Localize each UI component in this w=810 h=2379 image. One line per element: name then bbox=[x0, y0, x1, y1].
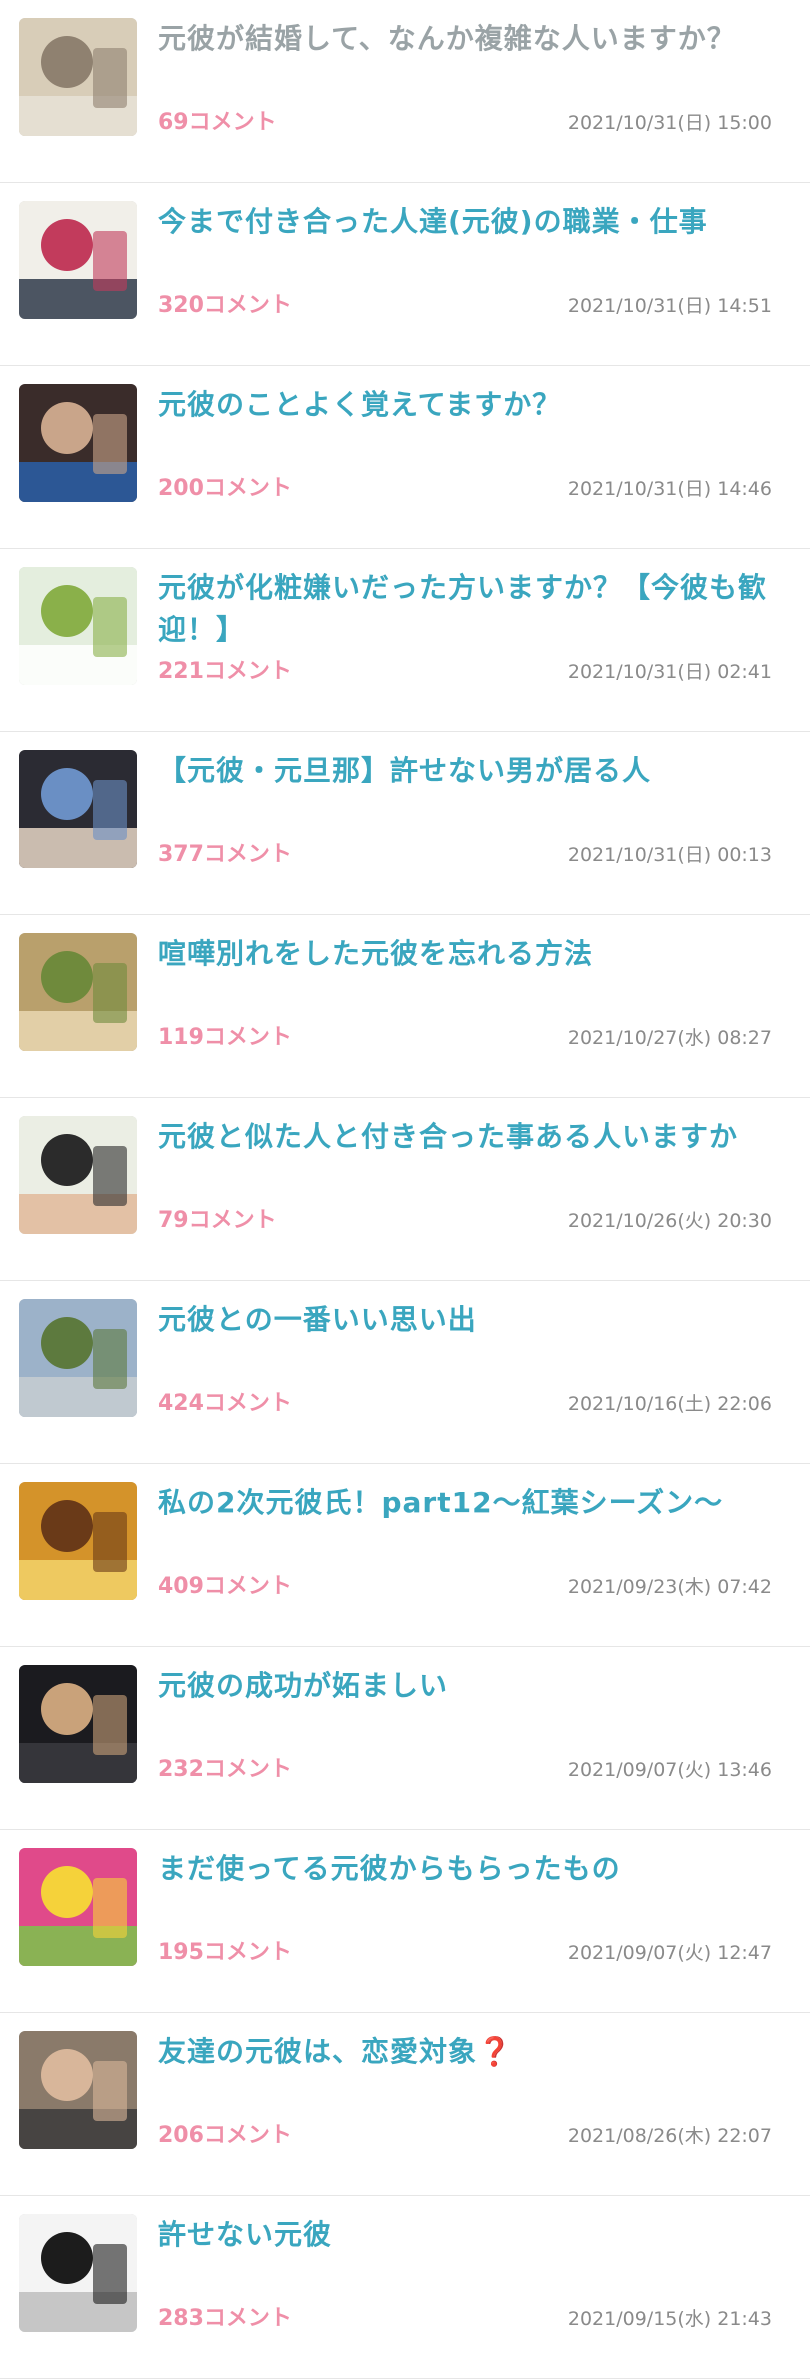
post-date: 2021/09/23(木) 07:42 bbox=[567, 1576, 772, 1598]
topic-thumbnail[interactable] bbox=[19, 750, 137, 868]
topic-title[interactable]: 元彼と似た人と付き合った事ある人いますか bbox=[158, 1116, 778, 1158]
post-date: 2021/10/16(土) 22:06 bbox=[567, 1393, 772, 1415]
topic-title[interactable]: 【元彼・元旦那】許せない男が居る人 bbox=[158, 750, 778, 792]
topic-row[interactable]: 元彼の成功が妬ましい 232コメント 2021/09/07(火) 13:46 bbox=[0, 1647, 810, 1830]
topic-title[interactable]: 元彼の成功が妬ましい bbox=[158, 1665, 778, 1707]
comment-count: 221コメント bbox=[158, 659, 292, 684]
topic-title[interactable]: 元彼が結婚して、なんか複雑な人いますか？ bbox=[158, 18, 778, 60]
topic-list: 元彼が結婚して、なんか複雑な人いますか？ 69コメント 2021/10/31(日) … bbox=[0, 0, 810, 2379]
topic-thumbnail[interactable] bbox=[19, 1299, 137, 1417]
topic-row[interactable]: 元彼が結婚して、なんか複雑な人いますか？ 69コメント 2021/10/31(日) … bbox=[0, 0, 810, 183]
comment-count: 424コメント bbox=[158, 1391, 292, 1416]
topic-title[interactable]: まだ使ってる元彼からもらったもの bbox=[158, 1848, 778, 1890]
topic-title[interactable]: 友達の元彼は、恋愛対象❓ bbox=[158, 2031, 778, 2073]
topic-title[interactable]: 今まで付き合った人達(元彼)の職業・仕事 bbox=[158, 201, 778, 243]
topic-row[interactable]: 友達の元彼は、恋愛対象❓ 206コメント 2021/08/26(木) 22:07 bbox=[0, 2013, 810, 2196]
post-date: 2021/10/31(日) 15:00 bbox=[567, 112, 772, 134]
comment-count: 119コメント bbox=[158, 1025, 292, 1050]
topic-row[interactable]: 元彼が化粧嫌いだった方いますか？【今彼も歓迎！】 221コメント 2021/10/3… bbox=[0, 549, 810, 732]
topic-thumbnail[interactable] bbox=[19, 1116, 137, 1234]
post-date: 2021/10/26(火) 20:30 bbox=[567, 1210, 772, 1232]
comment-count: 200コメント bbox=[158, 476, 292, 501]
post-date: 2021/09/07(火) 12:47 bbox=[567, 1942, 772, 1964]
comment-count: 69コメント bbox=[158, 110, 277, 135]
topic-row[interactable]: 元彼のことよく覚えてますか？ 200コメント 2021/10/31(日) 14:46 bbox=[0, 366, 810, 549]
topic-title[interactable]: 元彼が化粧嫌いだった方いますか？【今彼も歓迎！】 bbox=[158, 567, 778, 651]
post-date: 2021/09/07(火) 13:46 bbox=[567, 1759, 772, 1781]
topic-row[interactable]: 【元彼・元旦那】許せない男が居る人 377コメント 2021/10/31(日) 00… bbox=[0, 732, 810, 915]
post-date: 2021/10/31(日) 14:51 bbox=[567, 295, 772, 317]
post-date: 2021/08/26(木) 22:07 bbox=[567, 2125, 772, 2147]
comment-count: 206コメント bbox=[158, 2123, 292, 2148]
topic-thumbnail[interactable] bbox=[19, 384, 137, 502]
post-date: 2021/10/31(日) 02:41 bbox=[567, 661, 772, 683]
topic-thumbnail[interactable] bbox=[19, 1665, 137, 1783]
topic-thumbnail[interactable] bbox=[19, 933, 137, 1051]
comment-count: 232コメント bbox=[158, 1757, 292, 1782]
topic-thumbnail[interactable] bbox=[19, 2214, 137, 2332]
comment-count: 409コメント bbox=[158, 1574, 292, 1599]
comment-count: 283コメント bbox=[158, 2306, 292, 2331]
topic-row[interactable]: まだ使ってる元彼からもらったもの 195コメント 2021/09/07(火) 12:… bbox=[0, 1830, 810, 2013]
topic-row[interactable]: 許せない元彼 283コメント 2021/09/15(水) 21:43 bbox=[0, 2196, 810, 2379]
topic-thumbnail[interactable] bbox=[19, 201, 137, 319]
topic-row[interactable]: 喧嘩別れをした元彼を忘れる方法 119コメント 2021/10/27(水) 08:2… bbox=[0, 915, 810, 1098]
topic-row[interactable]: 私の2次元彼氏！part12〜紅葉シーズン〜 409コメント 2021/09/23(… bbox=[0, 1464, 810, 1647]
topic-row[interactable]: 今まで付き合った人達(元彼)の職業・仕事 320コメント 2021/10/31(日)… bbox=[0, 183, 810, 366]
comment-count: 320コメント bbox=[158, 293, 292, 318]
topic-thumbnail[interactable] bbox=[19, 1848, 137, 1966]
topic-title[interactable]: 元彼との一番いい思い出 bbox=[158, 1299, 778, 1341]
topic-title[interactable]: 許せない元彼 bbox=[158, 2214, 778, 2256]
comment-count: 79コメント bbox=[158, 1208, 277, 1233]
topic-thumbnail[interactable] bbox=[19, 2031, 137, 2149]
post-date: 2021/10/31(日) 00:13 bbox=[567, 844, 772, 866]
post-date: 2021/10/31(日) 14:46 bbox=[567, 478, 772, 500]
topic-thumbnail[interactable] bbox=[19, 567, 137, 685]
post-date: 2021/09/15(水) 21:43 bbox=[567, 2308, 772, 2330]
topic-title[interactable]: 元彼のことよく覚えてますか？ bbox=[158, 384, 778, 426]
topic-thumbnail[interactable] bbox=[19, 1482, 137, 1600]
comment-count: 195コメント bbox=[158, 1940, 292, 1965]
topic-thumbnail[interactable] bbox=[19, 18, 137, 136]
topic-row[interactable]: 元彼との一番いい思い出 424コメント 2021/10/16(土) 22:06 bbox=[0, 1281, 810, 1464]
post-date: 2021/10/27(水) 08:27 bbox=[567, 1027, 772, 1049]
topic-title[interactable]: 喧嘩別れをした元彼を忘れる方法 bbox=[158, 933, 778, 975]
topic-row[interactable]: 元彼と似た人と付き合った事ある人いますか 79コメント 2021/10/26(火) … bbox=[0, 1098, 810, 1281]
comment-count: 377コメント bbox=[158, 842, 292, 867]
topic-title[interactable]: 私の2次元彼氏！part12〜紅葉シーズン〜 bbox=[158, 1482, 778, 1524]
